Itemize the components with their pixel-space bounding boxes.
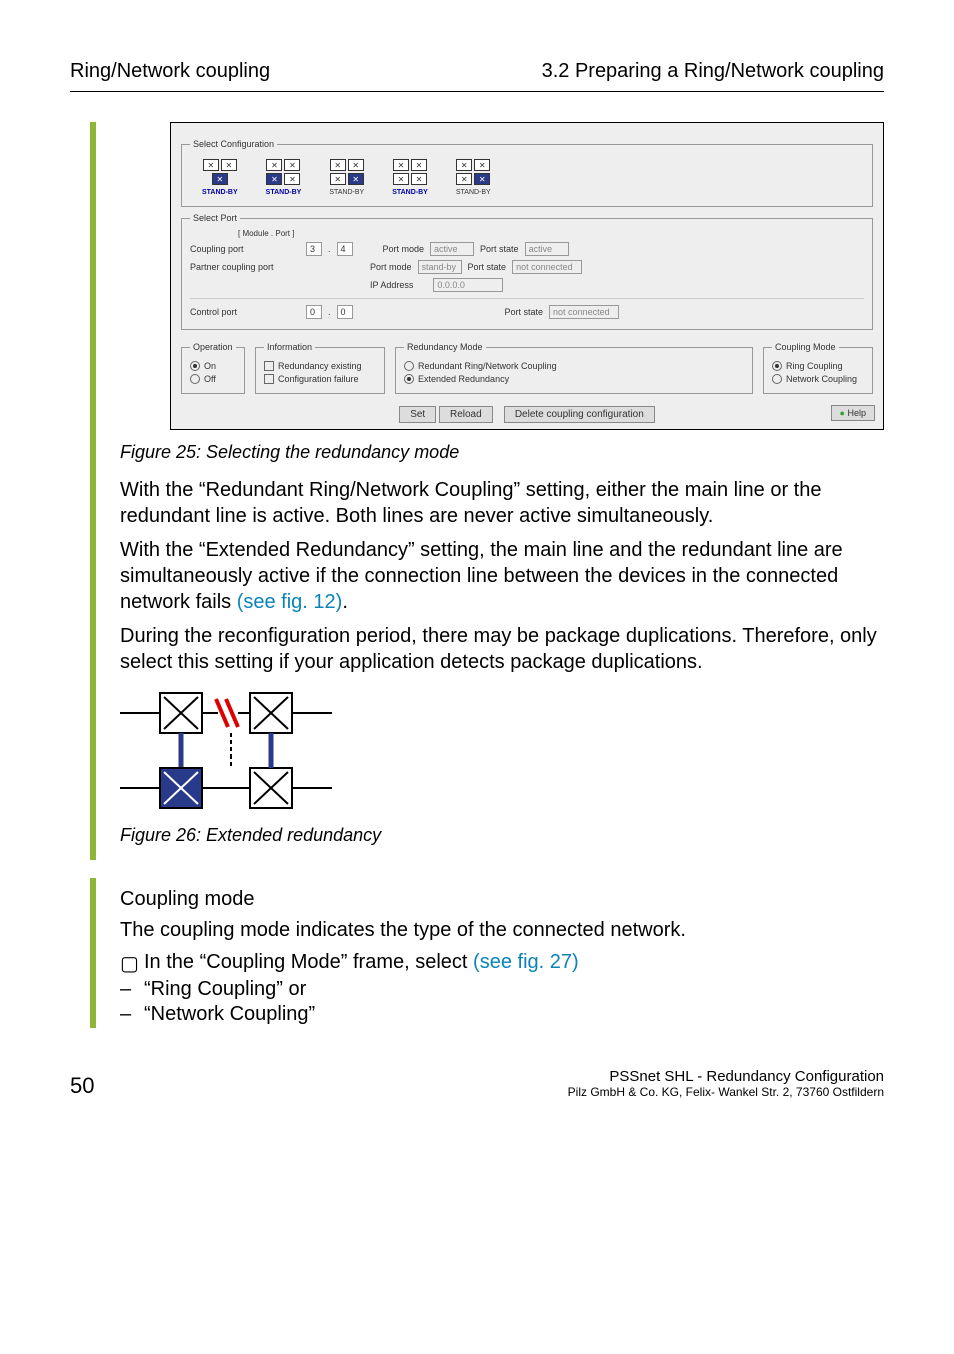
coupling-mode-frame: Coupling Mode Ring Coupling Network Coup…	[763, 342, 873, 394]
partner-port-label: Partner coupling port	[190, 262, 300, 272]
coupling-mode-intro: The coupling mode indicates the type of …	[120, 917, 884, 943]
paragraph-1: With the “Redundant Ring/Network Couplin…	[120, 477, 884, 529]
information-legend: Information	[264, 342, 315, 352]
control-port-label: Control port	[190, 307, 300, 317]
standby-label: STAND-BY	[266, 189, 302, 196]
standby-label: STAND-BY	[329, 189, 364, 196]
control-module-input[interactable]: 0	[306, 305, 322, 319]
partner-port-state: not connected	[512, 260, 582, 274]
operation-on-label: On	[204, 361, 216, 371]
coupling-module-input[interactable]: 3	[306, 242, 322, 256]
see-fig-12-link[interactable]: (see fig. 12)	[237, 591, 343, 613]
control-port-state: not connected	[549, 305, 619, 319]
select-port-frame: Select Port [ Module . Port ] Coupling p…	[181, 213, 873, 330]
coupling-port-mode: active	[430, 242, 474, 256]
select-configuration-frame: Select Configuration ✕✕ ✕ STAND-BY ✕✕ ✕✕…	[181, 139, 873, 207]
green-sidebar	[90, 122, 96, 860]
green-sidebar	[90, 878, 96, 1028]
config-option-2[interactable]: ✕✕ ✕✕ STAND-BY	[266, 159, 302, 196]
page-footer: 50 PSSnet SHL - Redundancy Configuration…	[70, 1068, 884, 1099]
ip-address-label: IP Address	[370, 280, 413, 290]
control-port-input[interactable]: 0	[337, 305, 353, 319]
select-port-legend: Select Port	[190, 213, 240, 223]
config-option-3[interactable]: ✕✕ ✕✕ STAND-BY	[329, 159, 364, 196]
port-state-label: Port state	[480, 244, 519, 254]
module-port-header: [ Module . Port ]	[238, 229, 864, 238]
coupling-select-text: In the “Coupling Mode” frame, select (se…	[144, 951, 579, 976]
header-right: 3.2 Preparing a Ring/Network coupling	[542, 60, 884, 83]
information-frame: Information Redundancy existing Configur…	[255, 342, 385, 394]
figure-25-caption: Figure 25: Selecting the redundancy mode	[120, 442, 884, 463]
standby-label: STAND-BY	[392, 189, 428, 196]
operation-off-label: Off	[204, 374, 216, 384]
standby-label: STAND-BY	[456, 189, 491, 196]
page-number: 50	[70, 1073, 94, 1099]
port-state-label: Port state	[468, 262, 507, 272]
footer-company: Pilz GmbH & Co. KG, Felix- Wankel Str. 2…	[568, 1085, 884, 1099]
network-coupling-label: Network Coupling	[786, 374, 857, 384]
config-option-4[interactable]: ✕✕ ✕✕ STAND-BY	[392, 159, 428, 196]
standby-label: STAND-BY	[202, 189, 238, 196]
header-left: Ring/Network coupling	[70, 60, 270, 83]
figure-26-caption: Figure 26: Extended redundancy	[120, 825, 884, 846]
see-fig-27-link[interactable]: (see fig. 27)	[473, 951, 579, 973]
page-header: Ring/Network coupling 3.2 Preparing a Ri…	[70, 60, 884, 92]
operation-frame: Operation On Off	[181, 342, 245, 394]
help-button[interactable]: Help	[831, 405, 875, 421]
port-state-label: Port state	[505, 307, 544, 317]
partner-port-mode: stand-by	[418, 260, 462, 274]
operation-legend: Operation	[190, 342, 236, 352]
redundancy-existing-checkbox	[264, 361, 274, 371]
coupling-select-a: In the “Coupling Mode” frame, select	[144, 951, 473, 973]
dash-icon: –	[120, 1003, 144, 1026]
paragraph-2: With the “Extended Redundancy” setting, …	[120, 537, 884, 615]
config-option-1[interactable]: ✕✕ ✕ STAND-BY	[202, 159, 238, 196]
extended-redundancy-label: Extended Redundancy	[418, 374, 509, 384]
ring-coupling-radio[interactable]	[772, 361, 782, 371]
delete-config-button[interactable]: Delete coupling configuration	[504, 406, 655, 423]
para2-text-a: With the “Extended Redundancy” setting, …	[120, 539, 843, 613]
coupling-option-ring: “Ring Coupling” or	[144, 978, 306, 1001]
coupling-port-state: active	[525, 242, 569, 256]
extended-redundancy-radio[interactable]	[404, 374, 414, 384]
redundant-rnc-label: Redundant Ring/Network Coupling	[418, 361, 557, 371]
paragraph-3: During the reconfiguration period, there…	[120, 623, 884, 675]
footer-title: PSSnet SHL - Redundancy Configuration	[568, 1068, 884, 1085]
ip-address-value: 0.0.0.0	[433, 278, 503, 292]
coupling-mode-heading: Coupling mode	[120, 888, 884, 911]
coupling-port-label: Coupling port	[190, 244, 300, 254]
operation-off-radio[interactable]	[190, 374, 200, 384]
coupling-mode-legend: Coupling Mode	[772, 342, 839, 352]
redundancy-existing-label: Redundancy existing	[278, 361, 362, 371]
checkbox-icon: ▢	[120, 951, 144, 976]
config-failure-label: Configuration failure	[278, 374, 359, 384]
config-failure-checkbox	[264, 374, 274, 384]
config-screenshot: Select Configuration ✕✕ ✕ STAND-BY ✕✕ ✕✕…	[170, 122, 884, 430]
coupling-port-input[interactable]: 4	[337, 242, 353, 256]
config-option-5[interactable]: ✕✕ ✕✕ STAND-BY	[456, 159, 491, 196]
figure-26-diagram	[120, 683, 884, 813]
port-mode-label: Port mode	[383, 244, 425, 254]
para2-text-c: .	[342, 591, 348, 613]
operation-on-radio[interactable]	[190, 361, 200, 371]
redundancy-mode-legend: Redundancy Mode	[404, 342, 486, 352]
select-configuration-legend: Select Configuration	[190, 139, 277, 149]
set-button[interactable]: Set	[399, 406, 436, 423]
redundant-rnc-radio[interactable]	[404, 361, 414, 371]
ring-coupling-label: Ring Coupling	[786, 361, 843, 371]
network-coupling-radio[interactable]	[772, 374, 782, 384]
port-mode-label: Port mode	[370, 262, 412, 272]
coupling-option-network: “Network Coupling”	[144, 1003, 315, 1026]
dash-icon: –	[120, 978, 144, 1001]
reload-button[interactable]: Reload	[439, 406, 493, 423]
redundancy-mode-frame: Redundancy Mode Redundant Ring/Network C…	[395, 342, 753, 394]
